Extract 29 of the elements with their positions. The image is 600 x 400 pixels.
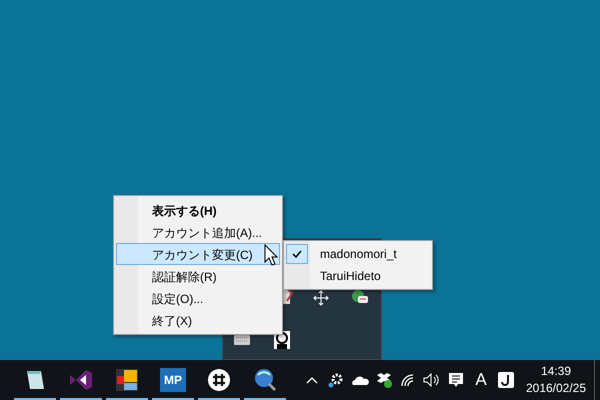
move-icon[interactable] <box>313 290 329 306</box>
cloud-icon[interactable] <box>351 374 369 386</box>
menu-item[interactable]: 認証解除(R) <box>116 265 280 287</box>
globe-chat-icon[interactable] <box>351 289 369 305</box>
mp-logo: MP <box>160 368 186 392</box>
hash-icon <box>207 368 231 392</box>
clock[interactable]: 14:39 2016/02/25 <box>518 363 594 397</box>
menu-item[interactable]: 終了(X) <box>116 309 280 331</box>
keyboard-icon[interactable] <box>234 335 250 345</box>
submenu-item[interactable]: TaruiHideto <box>286 265 430 287</box>
chevron-up-icon[interactable] <box>306 376 318 384</box>
menu-item[interactable]: 設定(O)... <box>116 287 280 309</box>
ime-indicator[interactable]: A <box>468 370 494 390</box>
clock-date: 2016/02/25 <box>526 380 586 397</box>
infinity-logo-icon <box>68 367 94 393</box>
clock-time: 14:39 <box>540 363 572 380</box>
submenu-item[interactable]: madonomori_t <box>286 243 430 265</box>
menu-item[interactable]: アカウント追加(A)... <box>116 221 280 243</box>
menu-item[interactable]: アカウント変更(C) <box>116 243 280 265</box>
taskbar-app-button[interactable]: MP <box>152 360 194 400</box>
globe-magnifier-icon <box>252 367 278 393</box>
wifi-icon[interactable] <box>400 373 416 387</box>
menu-item[interactable]: 表示する(H) <box>116 199 280 221</box>
check-icon <box>292 250 302 258</box>
tiles-icon <box>115 368 139 392</box>
notification-icon[interactable] <box>448 372 464 388</box>
speaker-icon[interactable] <box>423 373 441 387</box>
j-logo-icon[interactable] <box>498 372 514 388</box>
mouse-cursor-icon <box>264 244 278 266</box>
